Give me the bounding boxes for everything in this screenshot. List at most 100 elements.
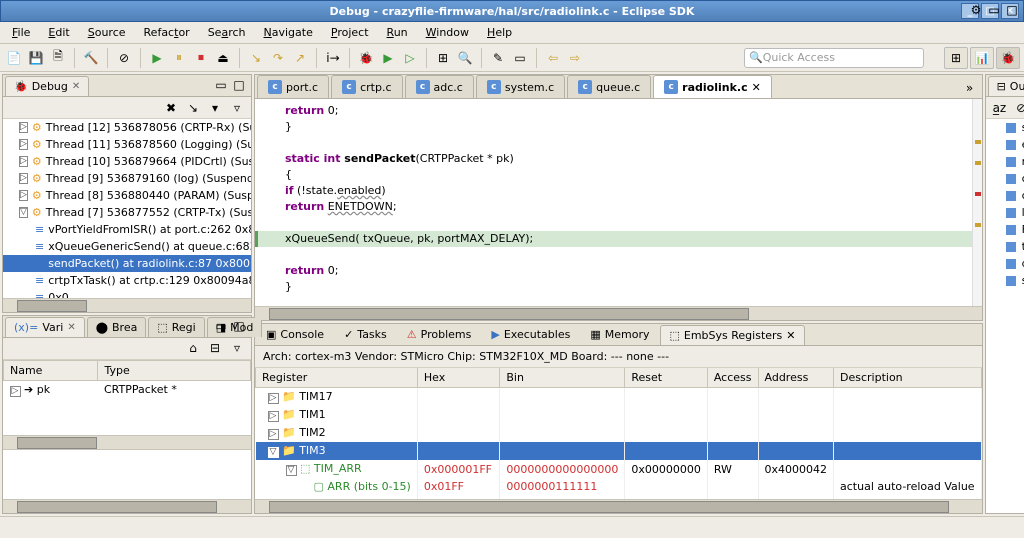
menu-search[interactable]: Search [200, 24, 254, 41]
toggle-mark-button[interactable]: ✎ [488, 48, 508, 68]
close-icon[interactable]: ✕ [752, 81, 761, 94]
suspend-button[interactable]: ⏸ [169, 48, 189, 68]
executables-tab[interactable]: ▶ Executables [482, 324, 579, 345]
toggle-block-button[interactable]: ▭ [510, 48, 530, 68]
menu-window[interactable]: Window [418, 24, 477, 41]
col-type[interactable]: Type [98, 360, 251, 380]
embsys-registers-tab[interactable]: ⬚ EmbSys Registers ✕ [660, 325, 804, 345]
menu-edit[interactable]: Edit [40, 24, 77, 41]
step-return-button[interactable]: ↗ [290, 48, 310, 68]
save-all-button[interactable]: 🗎 [48, 48, 68, 68]
problems-tab[interactable]: ⚠ Problems [398, 324, 481, 345]
terminate-button[interactable]: ⏹ [191, 48, 211, 68]
close-icon[interactable]: ✕ [67, 322, 75, 333]
outline-hide-fields-button[interactable]: ⊘ [1011, 98, 1024, 118]
forward-button[interactable]: ⇨ [565, 48, 585, 68]
open-type-button[interactable]: ⊞ [433, 48, 453, 68]
register-table[interactable]: Register Hex Bin Reset Access Address De… [255, 368, 982, 499]
minimize-view-button[interactable]: ▭ [213, 77, 229, 93]
console-scrollbar-h[interactable] [255, 499, 982, 513]
editor-scrollbar-h[interactable] [255, 306, 982, 320]
variables-view-tab[interactable]: (x)= Vari ✕ [5, 317, 85, 337]
new-button[interactable]: 📄 [4, 48, 24, 68]
debug-dropdown-button[interactable]: ▾ [205, 98, 225, 118]
variable-row[interactable]: ▷ ➔ pkCRTPPacket * [4, 380, 251, 399]
quick-access-input[interactable]: 🔍 Quick Access [744, 48, 924, 68]
editor-tab-port[interactable]: cport.c [257, 75, 329, 98]
disconnect-button[interactable]: ⏏ [213, 48, 233, 68]
show-type-button[interactable]: ⌂ [183, 338, 203, 358]
debug-remove-button[interactable]: ✖ [161, 98, 181, 118]
menu-navigate[interactable]: Navigate [256, 24, 321, 41]
code-editor[interactable]: return return 0;0; } static int sendPack… [255, 99, 982, 306]
col-bin[interactable]: Bin [500, 368, 625, 388]
menu-run[interactable]: Run [379, 24, 416, 41]
editor-tab-crtp[interactable]: ccrtp.c [331, 75, 402, 98]
variable-detail-pane[interactable] [3, 449, 251, 499]
memory-tab[interactable]: ▦ Memory [581, 324, 658, 345]
editor-tab-system[interactable]: csystem.c [476, 75, 565, 98]
thread-row: ▷⚙Thread [9] 536879160 (log) (Suspended … [3, 170, 251, 187]
run-button[interactable]: ▶ [378, 48, 398, 68]
debug-step-filter-button[interactable]: ↘ [183, 98, 203, 118]
detail-scrollbar-h[interactable] [3, 499, 251, 513]
c-file-icon: c [487, 80, 501, 94]
console-config-button[interactable]: ⚙ [968, 2, 984, 18]
debug-tree[interactable]: ▷⚙Thread [12] 536878056 (CRTP-Rx) (Suspe… [3, 119, 251, 298]
outline-tree[interactable]: stdbool.h errno.h nrf24l01.h crtp.h conf… [986, 119, 1024, 513]
step-into-button[interactable]: ↘ [246, 48, 266, 68]
col-address[interactable]: Address [758, 368, 834, 388]
editor-list-button[interactable]: » [960, 78, 980, 98]
back-button[interactable]: ⇦ [543, 48, 563, 68]
vars-scrollbar-h[interactable] [3, 435, 251, 449]
open-perspective-button[interactable]: ⊞ [944, 47, 968, 69]
resume-button[interactable]: ▶ [147, 48, 167, 68]
search-button[interactable]: 🔍 [455, 48, 475, 68]
debug-scrollbar-h[interactable] [3, 298, 251, 312]
maximize-view-button[interactable]: □ [1004, 2, 1020, 18]
menu-project[interactable]: Project [323, 24, 377, 41]
build-button[interactable]: 🔨 [81, 48, 101, 68]
console-tab[interactable]: ▣ Console [257, 324, 333, 345]
col-reset[interactable]: Reset [625, 368, 708, 388]
collapse-button[interactable]: ⊟ [205, 338, 225, 358]
menu-refactor[interactable]: Refactor [136, 24, 198, 41]
outline-view-tab[interactable]: ⊟ Outline ✕ [988, 76, 1024, 96]
minimize-view-button[interactable]: ▭ [986, 2, 1002, 18]
perspective-debug-button[interactable]: 🐞 [996, 47, 1020, 69]
debug-button[interactable]: 🐞 [356, 48, 376, 68]
variables-table[interactable]: NameType ▷ ➔ pkCRTPPacket * [3, 360, 251, 399]
registers-view-tab[interactable]: ⬚ Regi [148, 317, 204, 337]
run-last-button[interactable]: ▷ [400, 48, 420, 68]
col-name[interactable]: Name [4, 360, 98, 380]
step-over-button[interactable]: ↷ [268, 48, 288, 68]
col-access[interactable]: Access [707, 368, 758, 388]
menu-file[interactable]: File [4, 24, 38, 41]
maximize-view-button[interactable]: □ [231, 318, 247, 334]
debug-view-tab[interactable]: 🐞 Debug ✕ [5, 76, 89, 96]
breakpoints-view-tab[interactable]: ⬤ Brea [87, 317, 147, 337]
tasks-tab[interactable]: ✓ Tasks [335, 324, 396, 345]
perspective-java-button[interactable]: 📊 [970, 47, 994, 69]
thread-row: ▽⚙Thread [7] 536877552 (CRTP-Tx) (Suspen… [3, 204, 251, 221]
col-hex[interactable]: Hex [417, 368, 500, 388]
editor-tab-queue[interactable]: cqueue.c [567, 75, 651, 98]
overview-ruler[interactable] [972, 99, 982, 306]
editor-tab-adc[interactable]: cadc.c [405, 75, 474, 98]
editor-tab-radiolink[interactable]: cradiolink.c ✕ [653, 75, 772, 98]
minimize-view-button[interactable]: ▭ [213, 318, 229, 334]
col-description[interactable]: Description [834, 368, 982, 388]
close-icon[interactable]: ✕ [72, 81, 80, 92]
window-title: Debug - crazyflie-firmware/hal/src/radio… [330, 5, 695, 18]
close-icon[interactable]: ✕ [786, 329, 795, 342]
menu-help[interactable]: Help [479, 24, 520, 41]
instruction-step-button[interactable]: i→ [323, 48, 343, 68]
outline-sort-button[interactable]: a̲z [990, 98, 1010, 118]
menu-source[interactable]: Source [80, 24, 134, 41]
save-button[interactable]: 💾 [26, 48, 46, 68]
vars-menu-button[interactable]: ▿ [227, 338, 247, 358]
maximize-view-button[interactable]: □ [231, 77, 247, 93]
col-register[interactable]: Register [256, 368, 418, 388]
skip-breakpoints-button[interactable]: ⊘ [114, 48, 134, 68]
debug-menu-button[interactable]: ▿ [227, 98, 247, 118]
